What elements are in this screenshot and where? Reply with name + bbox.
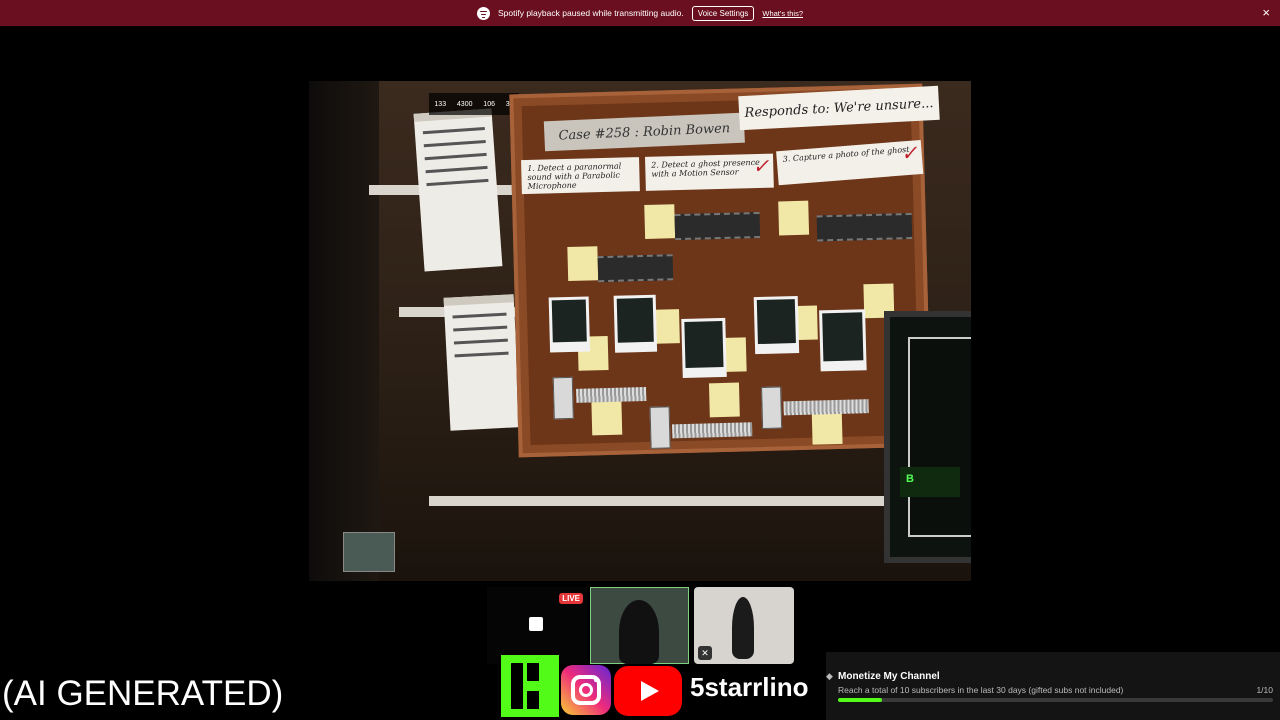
instagram-logo <box>561 665 611 715</box>
camera-feed-1[interactable]: LIVE <box>487 587 587 664</box>
audio-waveform <box>576 386 647 403</box>
film-strip <box>597 254 674 283</box>
audio-waveform <box>783 399 869 416</box>
ghost-photo <box>548 296 591 353</box>
hud-stat: 106 <box>483 100 495 108</box>
whats-this-link[interactable]: What's this? <box>762 9 803 18</box>
monitor-screen <box>908 337 971 537</box>
task-1-text: 1. Detect a paranormal sound with a Para… <box>527 161 622 192</box>
goal-description: Reach a total of 10 subscribers in the l… <box>838 685 1124 695</box>
muted-mic-icon: ✕ <box>698 646 712 660</box>
sticky-note <box>811 409 843 445</box>
goal-progress-track <box>838 698 1273 702</box>
sticky-note <box>591 400 623 436</box>
ghost-photo <box>753 295 800 355</box>
case-board: Case #258 : Robin Bowen 1. Detect a para… <box>509 83 932 458</box>
streamer-silhouette <box>619 600 659 664</box>
task-1: 1. Detect a paranormal sound with a Para… <box>521 157 640 195</box>
daily-tasks-clipboard <box>413 108 503 272</box>
ghost-photo <box>819 309 867 372</box>
sticky-note <box>708 382 740 418</box>
film-strip <box>674 211 761 241</box>
goal-icon: ◆ <box>826 671 833 681</box>
avatar-figure <box>732 597 754 659</box>
wall-stripe <box>429 496 949 506</box>
camera-feed-2[interactable] <box>590 587 689 664</box>
film-strip <box>816 212 913 242</box>
checkmark-icon: ✓ <box>899 140 919 166</box>
ghost-photo <box>681 317 727 379</box>
youtube-logo <box>614 666 682 716</box>
checkmark-icon: ✓ <box>752 153 770 179</box>
hud-stat: 4300 <box>456 100 473 108</box>
live-badge: LIVE <box>559 593 583 604</box>
cassette-tape <box>649 406 671 449</box>
notice-text: Spotify playback paused while transmitti… <box>497 8 684 18</box>
goal-count: 1/10 <box>1256 685 1273 695</box>
subscriber-goal-widget: ◆ Monetize My Channel Reach a total of 1… <box>826 652 1280 720</box>
sticky-note <box>644 204 676 239</box>
goal-title: Monetize My Channel <box>838 671 940 682</box>
task-2: 2. Detect a ghost presence with a Motion… <box>645 153 774 191</box>
ai-generated-label: (AI GENERATED) <box>2 674 284 713</box>
game-monitor: B <box>884 311 971 563</box>
audio-waveform <box>672 422 753 439</box>
hud-stat: 133 <box>434 100 447 108</box>
stream-video: 133 4300 106 35 Case #258 : Robin Bowen … <box>309 81 971 581</box>
cassette-tape <box>761 386 783 429</box>
close-icon[interactable]: × <box>1262 5 1270 20</box>
channel-handle: 5starrlino <box>690 672 809 702</box>
voice-settings-button[interactable]: Voice Settings <box>691 5 755 21</box>
kick-logo <box>501 655 559 717</box>
stats-hud: 133 4300 106 35 <box>429 93 519 115</box>
task-2-text: 2. Detect a ghost presence with a Motion… <box>651 157 760 179</box>
camera-feed-3[interactable]: ✕ <box>694 587 794 664</box>
monitor-green-label: B <box>900 467 960 497</box>
sticky-note <box>778 200 810 236</box>
screen-share-icon <box>529 617 543 631</box>
goal-progress-fill <box>838 698 882 702</box>
ghost-photo <box>613 294 658 353</box>
cassette-tape <box>552 376 574 420</box>
sticky-note <box>567 246 599 281</box>
player-cam-inset <box>343 532 395 572</box>
spotify-notice-bar: Spotify playback paused while transmitti… <box>0 0 1280 26</box>
game-dark-area <box>309 81 379 581</box>
weekly-tasks-clipboard <box>443 294 521 431</box>
spotify-icon <box>476 6 490 20</box>
